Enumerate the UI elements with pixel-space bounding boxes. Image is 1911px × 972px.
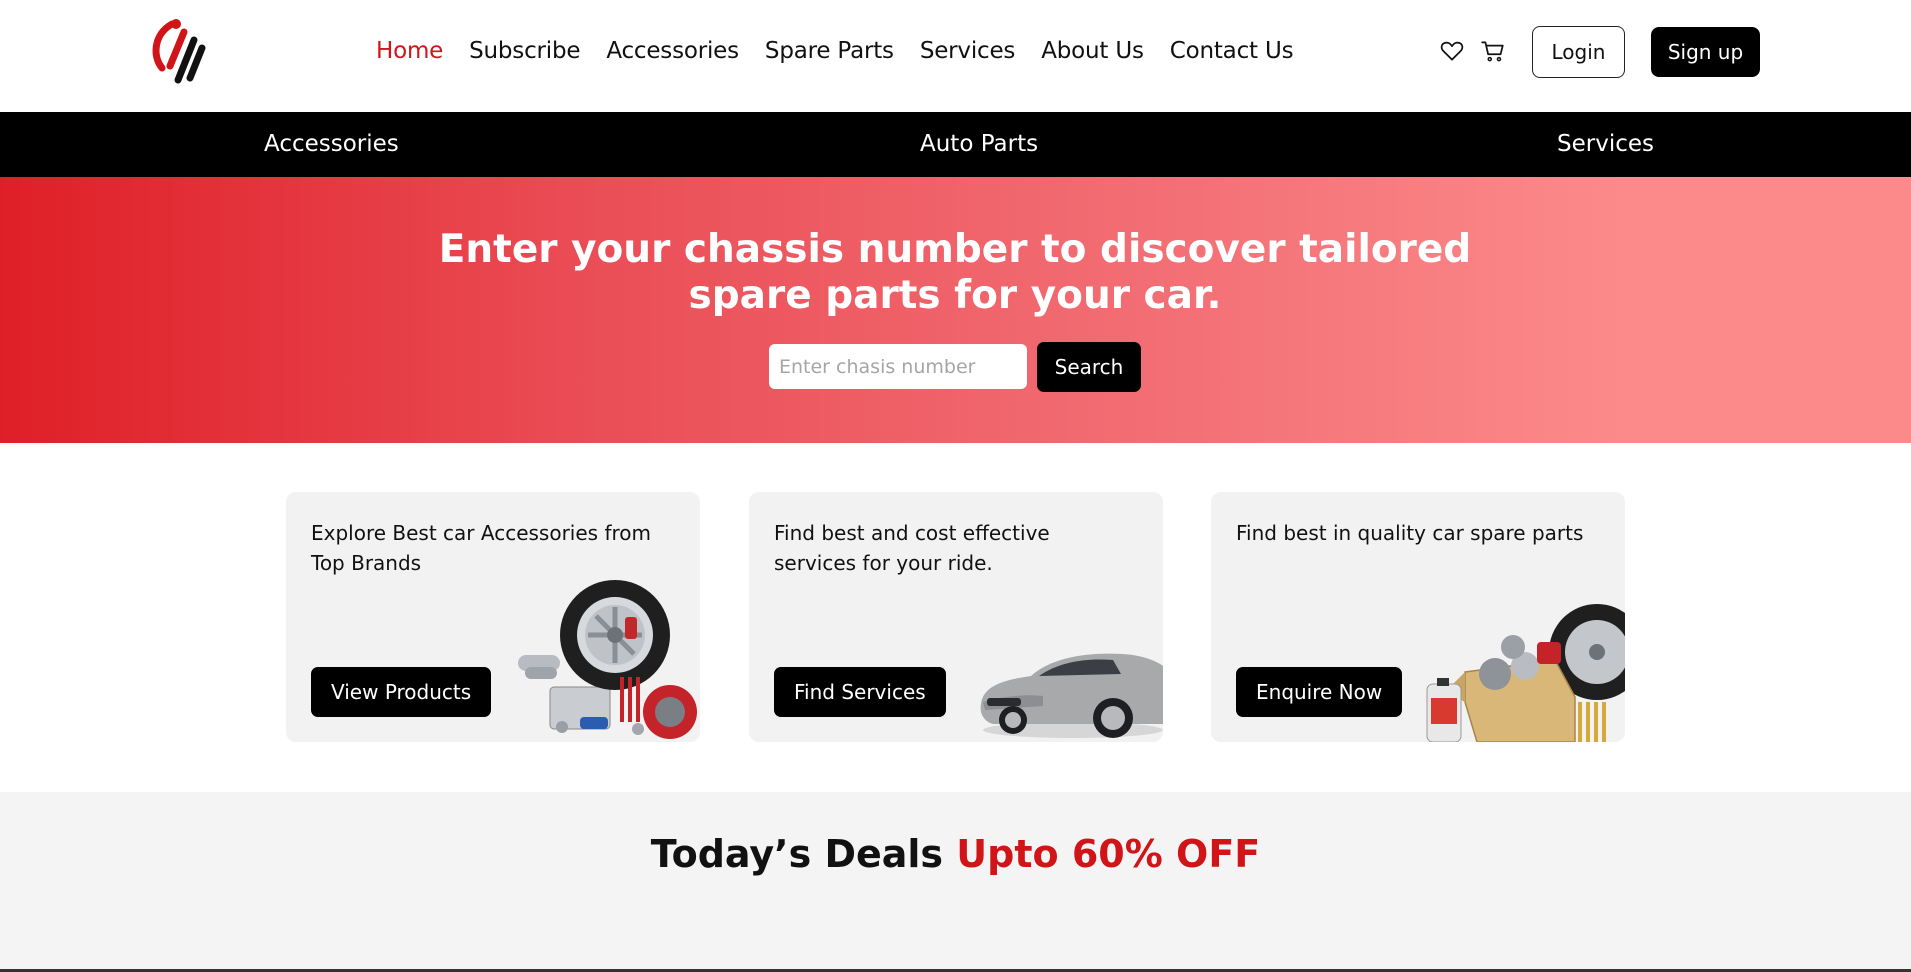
category-bar: Accessories Auto Parts Services	[0, 112, 1911, 177]
heart-icon[interactable]	[1439, 38, 1465, 64]
card-accessories: Explore Best car Accessories from Top Br…	[286, 492, 700, 742]
chassis-number-input[interactable]	[769, 344, 1027, 389]
site-header: Home Subscribe Accessories Spare Parts S…	[0, 0, 1911, 112]
view-products-button[interactable]: View Products	[311, 667, 492, 717]
category-services[interactable]: Services	[1557, 131, 1654, 157]
accessories-image	[518, 580, 697, 739]
cart-icon[interactable]	[1480, 38, 1506, 64]
chassis-search-hero: Enter your chassis number to discover ta…	[0, 177, 1911, 443]
nav-about-us[interactable]: About Us	[1041, 38, 1144, 64]
category-auto-parts[interactable]: Auto Parts	[920, 131, 1038, 157]
nav-home[interactable]: Home	[376, 38, 443, 64]
deals-title-discount: Upto 60% OFF	[956, 832, 1261, 876]
nav-subscribe[interactable]: Subscribe	[469, 38, 580, 64]
spare-parts-image	[1426, 604, 1625, 742]
search-button[interactable]: Search	[1037, 342, 1141, 392]
signup-button[interactable]: Sign up	[1651, 27, 1760, 77]
card-services: Find best and cost effective services fo…	[749, 492, 1163, 742]
main-nav: Home Subscribe Accessories Spare Parts S…	[376, 38, 1294, 64]
hero-title: Enter your chassis number to discover ta…	[438, 227, 1472, 318]
brand-logo[interactable]	[148, 16, 206, 86]
nav-accessories[interactable]: Accessories	[606, 38, 739, 64]
card-spare-parts: Find best in quality car spare parts Enq…	[1211, 492, 1625, 742]
deals-title: Today’s Deals Upto 60% OFF	[0, 832, 1911, 876]
todays-deals-section: Today’s Deals Upto 60% OFF	[0, 792, 1911, 972]
card-accessories-text: Explore Best car Accessories from Top Br…	[311, 521, 651, 575]
card-spare-parts-text: Find best in quality car spare parts	[1236, 521, 1584, 545]
nav-services[interactable]: Services	[920, 38, 1016, 64]
login-button[interactable]: Login	[1532, 26, 1625, 78]
category-accessories[interactable]: Accessories	[264, 131, 399, 157]
nav-spare-parts[interactable]: Spare Parts	[765, 38, 894, 64]
deals-title-main: Today’s Deals	[650, 832, 957, 876]
car-image	[980, 653, 1163, 738]
find-services-button[interactable]: Find Services	[774, 667, 946, 717]
card-services-text: Find best and cost effective services fo…	[774, 521, 1050, 575]
nav-contact-us[interactable]: Contact Us	[1170, 38, 1294, 64]
enquire-now-button[interactable]: Enquire Now	[1236, 667, 1403, 717]
